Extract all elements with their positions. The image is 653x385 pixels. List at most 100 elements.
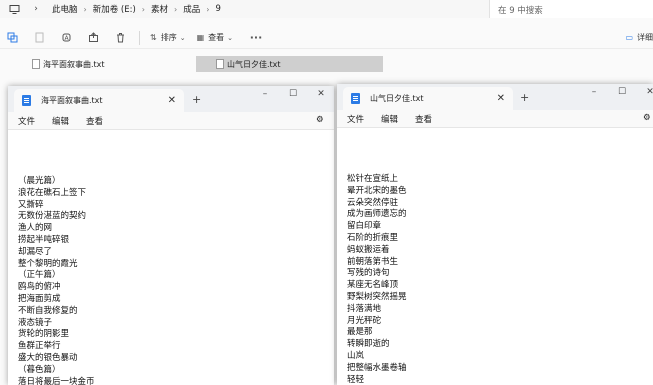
new-tab-icon[interactable]: + [520, 91, 529, 104]
more-options-button[interactable]: ··· [248, 30, 264, 46]
address-bar: › 此电脑 › 新加卷 (E:) › 素材 › 成品 › 9 在 9 中搜索 [0, 0, 653, 18]
chevron-right-icon[interactable]: › [142, 5, 145, 14]
chevron-down-icon: ⌄ [179, 33, 186, 42]
chevron-down-icon: ⌄ [227, 33, 234, 42]
text-line: 转瞬即逝的 [347, 339, 390, 350]
title-bar: 山气日夕佳.txt ✕ + – ☐ ✕ [337, 84, 653, 110]
text-line: 轻轻 [347, 374, 365, 385]
copy-icon[interactable]: A [58, 30, 74, 46]
text-line: 把海面剪成 [18, 293, 61, 304]
close-icon[interactable]: ✕ [636, 87, 653, 97]
file-name: 海平面叙事曲.txt [43, 59, 105, 69]
text-content: （晨光篇） 浪花在礁石上签下 又撕碎 无数份湛蓝的契约 渔人的网 捞起半吨碎银 却漏尽了 整个… [18, 176, 95, 385]
menu-view[interactable]: 查看 [415, 113, 432, 125]
text-line: 鱼群正举行 [18, 341, 61, 352]
document-tab[interactable]: 海平面叙事曲.txt ✕ [14, 89, 184, 112]
details-label: 详细 [637, 33, 653, 42]
minimize-icon[interactable]: – [251, 89, 279, 99]
search-input[interactable]: 在 9 中搜索 [489, 0, 653, 18]
text-line: 抖落满地 [347, 303, 382, 314]
view-button[interactable]: ▦ 查看 ⌄ [197, 30, 233, 46]
close-tab-icon[interactable]: ✕ [497, 93, 505, 104]
file-list: 海平面叙事曲.txt 山气日夕佳.txt [0, 52, 653, 76]
view-icon: ▦ [196, 33, 205, 42]
monitor-icon [8, 3, 20, 15]
text-line: 浪花在礁石上签下 [18, 187, 87, 198]
notepad-icon [22, 95, 31, 106]
sort-label: 排序 [160, 33, 177, 42]
menu-view[interactable]: 查看 [86, 115, 103, 127]
tab-title: 海平面叙事曲.txt [41, 96, 103, 105]
text-editor[interactable]: （晨光篇） 浪花在礁石上签下 又撕碎 无数份湛蓝的契约 渔人的网 捞起半吨碎银 却漏尽了 整个… [8, 129, 334, 385]
text-line: 鸥鸟的俯冲 [18, 282, 61, 293]
chevron-right-icon[interactable]: › [30, 3, 42, 15]
sort-icon: ⇅ [150, 33, 157, 42]
breadcrumb-item[interactable]: 成品 [183, 3, 200, 15]
gear-icon[interactable]: ⚙ [316, 115, 324, 125]
text-line: 液态镜子 [18, 317, 53, 328]
text-content: 松针在宣纸上 晕开北宋的墨色 云朵突然停驻 成为画师遗忘的 留白印章 石阶的折痕里 蚂蚁搬运… [347, 174, 407, 385]
text-line: 又撕碎 [18, 199, 44, 210]
text-line: 把整幅水墨卷轴 [347, 362, 407, 373]
notepad-icon [351, 93, 360, 104]
breadcrumb-item[interactable]: 此电脑 [52, 3, 78, 15]
file-name: 山气日夕佳.txt [227, 59, 281, 69]
title-bar: 海平面叙事曲.txt ✕ + – ☐ ✕ [8, 86, 334, 112]
notepad-window-left: 海平面叙事曲.txt ✕ + – ☐ ✕ 文件 编辑 查看 ⚙ （晨光篇） 浪花在… [8, 86, 334, 385]
new-tab-icon[interactable]: + [192, 93, 201, 106]
breadcrumb-item[interactable]: 素材 [151, 3, 168, 15]
text-line: 不断自我修复的 [18, 305, 78, 316]
text-line: （暮色篇） [18, 364, 61, 375]
menu-edit[interactable]: 编辑 [381, 113, 398, 125]
text-file-icon [216, 59, 224, 69]
close-icon[interactable]: ✕ [307, 89, 334, 99]
text-line: 成为画师遗忘的 [347, 209, 407, 220]
text-line: 最是那 [347, 327, 373, 338]
minimize-icon[interactable]: – [580, 87, 608, 97]
sort-button[interactable]: ⇅ 排序 ⌄ [150, 30, 186, 46]
text-line: 整个黎明的霞光 [18, 258, 78, 269]
window-controls: – ☐ ✕ [580, 87, 653, 97]
text-line: 月光秤砣 [347, 315, 382, 326]
text-line: 石阶的折痕里 [347, 232, 399, 243]
text-line: 山岚 [347, 350, 365, 361]
text-line: 松针在宣纸上 [347, 174, 399, 184]
menu-file[interactable]: 文件 [347, 113, 364, 125]
text-line: 货轮的阴影里 [18, 329, 70, 340]
new-item-icon[interactable] [4, 30, 20, 46]
menu-edit[interactable]: 编辑 [52, 115, 69, 127]
text-line: 前朝落第书生 [347, 256, 399, 267]
window-controls: – ☐ ✕ [251, 89, 334, 99]
notepad-window-right: 山气日夕佳.txt ✕ + – ☐ ✕ 文件 编辑 查看 ⚙ 松针在宣纸上 晕开北… [337, 84, 653, 385]
maximize-icon[interactable]: ☐ [608, 87, 636, 97]
chevron-right-icon[interactable]: › [174, 5, 177, 14]
command-bar: A ⇅ 排序 ⌄ ▦ 查看 ⌄ ··· ▭ 详细 [0, 27, 653, 49]
text-line: 野梨树突然摇晃 [347, 291, 407, 302]
text-line: 云朵突然停驻 [347, 197, 399, 208]
text-line: 落日将最后一块金币 [18, 376, 95, 385]
chevron-right-icon[interactable]: › [84, 5, 87, 14]
share-icon[interactable] [85, 30, 101, 46]
document-tab[interactable]: 山气日夕佳.txt ✕ [343, 87, 513, 110]
breadcrumb-item[interactable]: 新加卷 (E:) [93, 3, 136, 15]
file-item-selected[interactable]: 山气日夕佳.txt [196, 56, 383, 72]
delete-icon[interactable] [112, 30, 128, 46]
details-pane-button[interactable]: ▭ 详细 [625, 32, 653, 43]
text-editor[interactable]: 松针在宣纸上 晕开北宋的墨色 云朵突然停驻 成为画师遗忘的 留白印章 石阶的折痕里 蚂蚁搬运… [337, 127, 653, 385]
file-item[interactable]: 海平面叙事曲.txt [28, 56, 178, 72]
text-line: 晕开北宋的墨色 [347, 185, 407, 196]
maximize-icon[interactable]: ☐ [279, 89, 307, 99]
details-pane-icon: ▭ [625, 33, 633, 42]
cut-icon[interactable] [31, 30, 47, 46]
view-label: 查看 [208, 33, 225, 42]
text-line: 某座无名峰顶 [347, 280, 399, 291]
text-line: 捞起半吨碎银 [18, 234, 70, 245]
menu-bar: 文件 编辑 查看 ⚙ [8, 112, 334, 129]
chevron-right-icon[interactable]: › [206, 5, 209, 14]
breadcrumb-item[interactable]: 9 [215, 4, 220, 14]
close-tab-icon[interactable]: ✕ [168, 95, 176, 106]
text-line: 却漏尽了 [18, 246, 53, 257]
gear-icon[interactable]: ⚙ [643, 113, 651, 123]
divider [139, 30, 140, 45]
menu-file[interactable]: 文件 [18, 115, 35, 127]
